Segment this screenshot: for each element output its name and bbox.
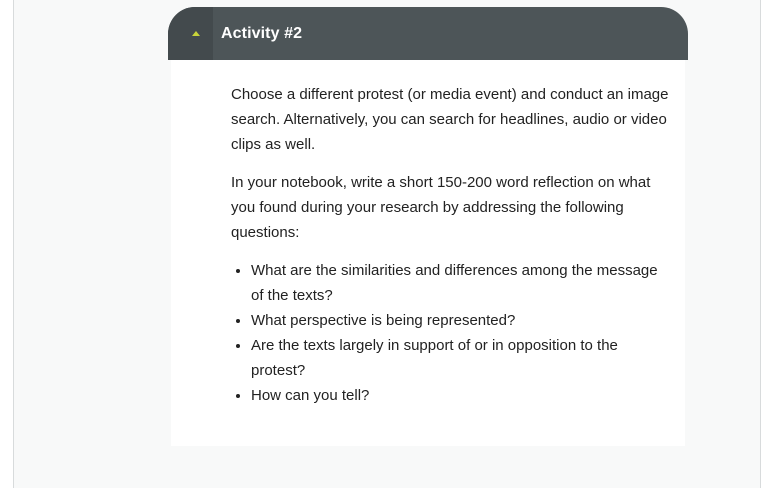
list-item: What are the similarities and difference…	[251, 258, 671, 308]
questions-list: What are the similarities and difference…	[231, 258, 671, 408]
list-item: What perspective is being represented?	[251, 308, 671, 333]
instructions-paragraph: Choose a different protest (or media eve…	[231, 86, 669, 153]
caret-up-icon	[191, 31, 200, 36]
list-item: Are the texts largely in support of or i…	[251, 333, 671, 383]
list-item: How can you tell?	[251, 383, 671, 408]
activity-accordion: Activity #2 Choose a different protest (…	[168, 7, 688, 446]
accordion-title: Activity #2	[221, 24, 303, 42]
reflection-paragraph: In your notebook, write a short 150-200 …	[231, 174, 651, 241]
accordion-header[interactable]: Activity #2	[168, 7, 688, 60]
accordion-body: Choose a different protest (or media eve…	[171, 60, 685, 446]
accordion-toggle-button[interactable]	[168, 7, 213, 60]
